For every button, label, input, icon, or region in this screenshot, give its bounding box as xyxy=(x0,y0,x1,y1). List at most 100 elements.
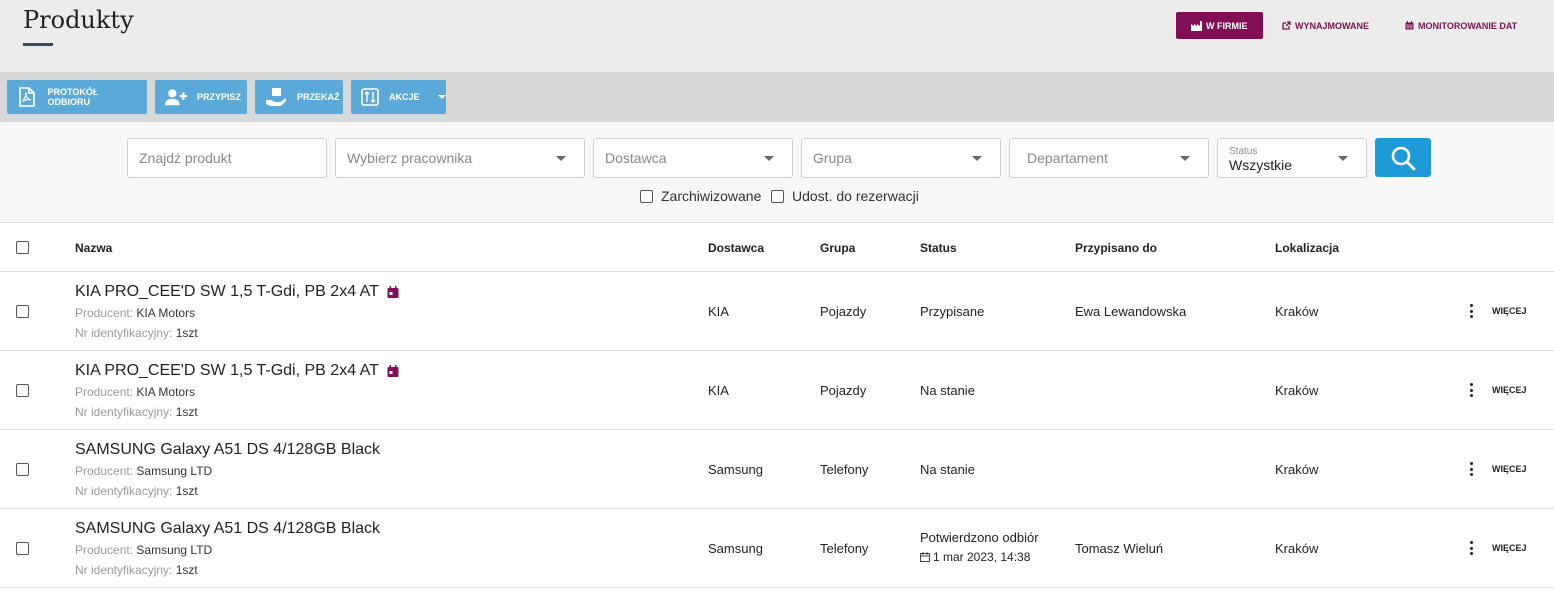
external-link-icon xyxy=(1282,21,1291,30)
row-checkbox[interactable] xyxy=(16,542,29,555)
location-cell: Kraków xyxy=(1275,304,1319,319)
id-info: Nr identyfikacyjny: 1szt xyxy=(75,563,198,577)
producer-info: Producent: KIA Motors xyxy=(75,306,195,320)
status-cell: Przypisane xyxy=(920,304,985,319)
protocol-button-label: PROTOKÓŁ ODBIORU xyxy=(47,87,99,107)
row-menu-icon[interactable] xyxy=(1465,539,1477,557)
product-name-text: SAMSUNG Galaxy A51 DS 4/128GB Black xyxy=(75,441,381,458)
group-select-placeholder: Grupa xyxy=(813,150,852,166)
id-info: Nr identyfikacyjny: 1szt xyxy=(75,326,198,340)
caret-down-icon xyxy=(437,95,446,99)
supplier-select[interactable]: Dostawca xyxy=(593,138,793,178)
tab-monitorowanie-label: MONITOROWANIE DAT xyxy=(1418,20,1518,31)
factory-icon xyxy=(1191,20,1202,31)
producer-label: Producent: xyxy=(75,543,134,557)
supplier-cell: Samsung xyxy=(708,462,763,477)
id-value: 1szt xyxy=(175,563,198,577)
row-menu-icon[interactable] xyxy=(1465,302,1477,320)
filter-panel: Znajdź produkt Wybierz pracownika Dostaw… xyxy=(0,122,1554,223)
transfer-button-label: PRZEKAŻ xyxy=(297,92,340,102)
supplier-cell: KIA xyxy=(708,383,729,398)
table-row[interactable]: SAMSUNG Galaxy A51 DS 4/128GB Black Prod… xyxy=(0,509,1554,588)
assign-button[interactable]: PRZYPISZ xyxy=(155,80,247,114)
department-select[interactable]: Departament xyxy=(1009,138,1209,178)
id-label: Nr identyfikacyjny: xyxy=(75,563,173,577)
product-name[interactable]: KIA PRO_CEE'D SW 1,5 T-Gdi, PB 2x4 AT xyxy=(75,283,399,301)
calendar-icon xyxy=(1405,21,1414,30)
id-value: 1szt xyxy=(175,484,198,498)
product-name[interactable]: SAMSUNG Galaxy A51 DS 4/128GB Black xyxy=(75,441,380,459)
producer-value: Samsung LTD xyxy=(136,543,213,557)
column-name[interactable]: Nazwa xyxy=(75,241,112,255)
tab-wynajmowane[interactable]: WYNAJMOWANE xyxy=(1282,12,1369,39)
producer-label: Producent: xyxy=(75,306,134,320)
page-title: Produkty xyxy=(23,6,134,34)
status-select[interactable]: Status Wszystkie xyxy=(1217,138,1367,178)
calendar-icon xyxy=(387,286,399,298)
column-status[interactable]: Status xyxy=(920,241,957,255)
search-button[interactable] xyxy=(1375,138,1431,177)
archived-checkbox[interactable]: Zarchiwizowane xyxy=(640,188,761,204)
actions-dropdown[interactable]: AKCJE xyxy=(351,80,446,114)
group-cell: Telefony xyxy=(820,541,869,556)
row-checkbox[interactable] xyxy=(16,305,29,318)
row-checkbox[interactable] xyxy=(16,463,29,476)
select-all-checkbox[interactable] xyxy=(16,241,29,254)
sort-actions-icon xyxy=(361,86,379,108)
table-row[interactable]: KIA PRO_CEE'D SW 1,5 T-Gdi, PB 2x4 AT Pr… xyxy=(0,272,1554,351)
product-search-input[interactable]: Znajdź produkt xyxy=(127,138,327,178)
producer-value: KIA Motors xyxy=(136,385,196,399)
search-icon xyxy=(1391,146,1416,170)
calendar-icon xyxy=(920,552,930,562)
tab-w-firmie-label: W FIRMIE xyxy=(1206,20,1248,31)
column-location[interactable]: Lokalizacja xyxy=(1275,241,1339,255)
add-user-icon xyxy=(165,86,187,108)
supplier-cell: Samsung xyxy=(708,541,763,556)
employee-select[interactable]: Wybierz pracownika xyxy=(335,138,585,178)
id-label: Nr identyfikacyjny: xyxy=(75,484,173,498)
status-select-value: Wszystkie xyxy=(1229,156,1292,173)
group-select[interactable]: Grupa xyxy=(801,138,1001,178)
table-row[interactable]: SAMSUNG Galaxy A51 DS 4/128GB Black Prod… xyxy=(0,430,1554,509)
row-checkbox[interactable] xyxy=(16,384,29,397)
archived-checkbox-box[interactable] xyxy=(640,189,653,203)
table-row[interactable]: KIA PRO_CEE'D SW 1,5 T-Gdi, PB 2x4 AT Pr… xyxy=(0,351,1554,430)
more-button[interactable]: WIĘCEJ xyxy=(1492,464,1527,474)
location-cell: Kraków xyxy=(1275,462,1319,477)
id-value: 1szt xyxy=(175,405,198,419)
page-header: Produkty W FIRMIE WYNAJMOWANE MONITOROWA… xyxy=(0,0,1554,72)
status-date-text: 1 mar 2023, 14:38 xyxy=(933,550,1031,564)
status-select-label: Status xyxy=(1229,145,1258,157)
producer-value: Samsung LTD xyxy=(136,464,213,478)
more-button[interactable]: WIĘCEJ xyxy=(1492,385,1527,395)
table-header: Nazwa Dostawca Grupa Status Przypisano d… xyxy=(0,224,1554,272)
tab-monitorowanie-dat[interactable]: MONITOROWANIE DAT xyxy=(1405,12,1517,39)
id-value: 1szt xyxy=(175,326,198,340)
column-group[interactable]: Grupa xyxy=(820,241,855,255)
reservation-checkbox-box[interactable] xyxy=(771,189,784,203)
tab-wynajmowane-label: WYNAJMOWANE xyxy=(1295,20,1369,31)
protocol-button[interactable]: PROTOKÓŁ ODBIORU xyxy=(7,80,147,114)
hand-box-icon xyxy=(265,86,287,108)
row-menu-icon[interactable] xyxy=(1465,460,1477,478)
employee-select-placeholder: Wybierz pracownika xyxy=(347,150,473,166)
column-supplier[interactable]: Dostawca xyxy=(708,241,764,255)
column-assigned[interactable]: Przypisano do xyxy=(1075,241,1157,255)
more-button[interactable]: WIĘCEJ xyxy=(1492,543,1527,553)
transfer-button[interactable]: PRZEKAŻ xyxy=(255,80,343,114)
row-menu-icon[interactable] xyxy=(1465,381,1477,399)
product-search-placeholder: Znajdź produkt xyxy=(139,150,232,166)
group-cell: Telefony xyxy=(820,462,869,477)
reservation-checkbox[interactable]: Udost. do rezerwacji xyxy=(771,188,919,204)
location-cell: Kraków xyxy=(1275,541,1319,556)
assign-button-label: PRZYPISZ xyxy=(197,92,242,102)
product-name[interactable]: KIA PRO_CEE'D SW 1,5 T-Gdi, PB 2x4 AT xyxy=(75,362,399,380)
product-name[interactable]: SAMSUNG Galaxy A51 DS 4/128GB Black xyxy=(75,520,380,538)
producer-info: Producent: KIA Motors xyxy=(75,385,195,399)
archived-checkbox-label: Zarchiwizowane xyxy=(661,188,762,204)
more-button[interactable]: WIĘCEJ xyxy=(1492,306,1527,316)
status-cell: Na stanie xyxy=(920,462,975,477)
actions-dropdown-label: AKCJE xyxy=(389,92,420,102)
chevron-down-icon xyxy=(1338,156,1348,161)
tab-w-firmie[interactable]: W FIRMIE xyxy=(1176,12,1263,39)
